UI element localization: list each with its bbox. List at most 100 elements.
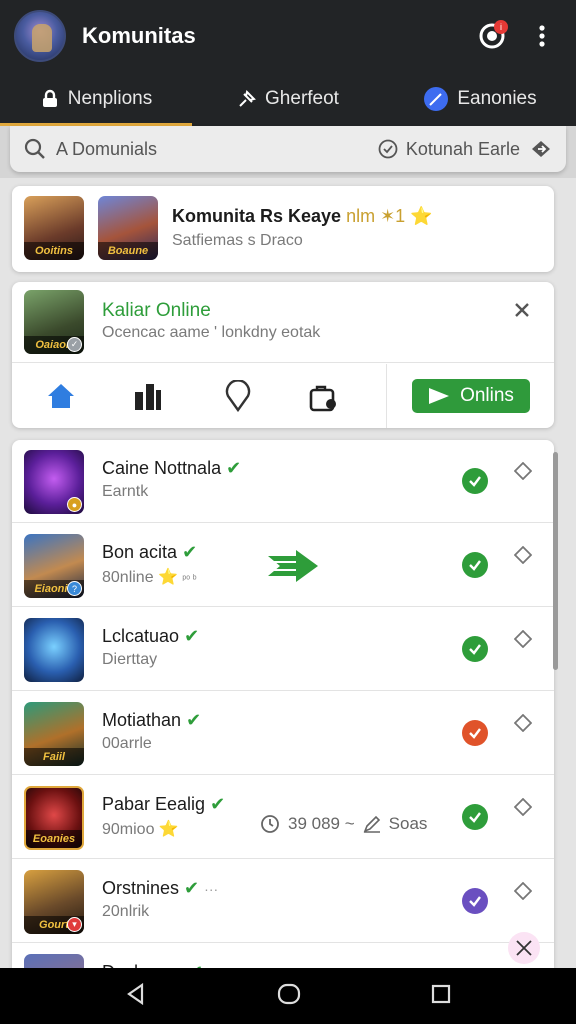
leaderboard-icon[interactable] [132,382,162,417]
item-title: Orstnines ✔ ··· [102,878,218,899]
tools-fab-icon[interactable] [508,932,540,964]
verified-icon: ✔ [184,878,200,898]
status-check-icon [462,804,488,830]
edit-text: Soas [388,814,428,833]
back-icon[interactable] [125,982,147,1010]
item-name: Lclcatuao [102,626,180,646]
tab-eanonies[interactable]: Eanonies [384,72,576,126]
play-icon [429,388,450,404]
pin-icon[interactable] [513,545,533,569]
online-button[interactable]: Onlins [412,379,530,413]
item-subtitle: 90mioo ⭐ [102,821,179,838]
thumbnail-caption: Ooitins [24,242,84,260]
item-subtitle: 20nlrik [102,903,150,920]
more-options-icon[interactable] [522,16,562,56]
close-icon[interactable] [512,300,532,325]
list-item[interactable]: Lclcatuao ✔ Dierttay [12,608,554,691]
live-game-card: Oaiaon ✓ Kaliar Online Ocencac aame ' lo… [12,282,554,428]
item-subtitle: 00arrle [102,735,152,752]
app-bar: Komunitas i [0,0,576,72]
notification-badge: i [494,20,508,34]
scrollbar[interactable] [553,452,558,670]
item-name: Bon acita [102,542,178,562]
game-thumbnail: Eoanies [24,786,84,850]
promo-title-main: Komunita Rs Keaye [172,206,347,226]
community-promo-card[interactable]: Ooitins Boaune Komunita Rs Keaye nlm ✶1 … [12,186,554,272]
badge-icon: ✓ [67,337,82,352]
item-title: Caine Nottnala ✔ [102,458,241,479]
game-list: ● Caine Nottnala ✔ Earntk Eiaonie ? Bon … [12,440,554,970]
status-check-icon [462,552,488,578]
game-thumbnail: Ooitins [24,196,84,260]
verified-icon: ✔ [184,626,200,646]
filter-label[interactable]: Kotunah Earle [406,139,520,160]
item-title: Pabar Eealig ✔ [102,794,225,815]
thumbnail-caption: Boaune [98,242,158,260]
status-check-icon [462,636,488,662]
home-nav-icon[interactable] [277,982,301,1011]
item-subtitle: Earntk [102,483,149,500]
timer-info: 39 089 ~ Soas [260,814,427,834]
tab-label: Nenplions [67,88,153,109]
game-thumbnail: Boaune [98,196,158,260]
timer-text: 39 089 ~ [288,814,355,833]
verified-icon: ✔ [182,542,198,562]
promo-title: Komunita Rs Keaye nlm ✶1 ⭐ [172,206,433,227]
list-item[interactable]: Eoanies Pabar Eealig ✔ 90mioo ⭐ 39 089 ~… [12,776,554,859]
pin-icon[interactable] [513,881,533,905]
status-check-icon [462,888,488,914]
divider [12,362,554,363]
live-subtitle: Ocencac aame ' lonkdny eotak [102,324,321,341]
send-arrow-icon [266,550,320,589]
share-icon[interactable] [530,138,552,160]
item-name: Caine Nottnala [102,458,222,478]
camera-icon[interactable]: i [472,16,512,56]
pin-icon[interactable] [513,797,533,821]
thumbnail-caption: Eoanies [26,830,82,848]
list-item[interactable]: Gourt ▾ Orstnines ✔ ··· 20nlrik [12,860,554,943]
check-circle-icon [378,139,398,159]
game-thumbnail: Eiaonie ? [24,534,84,598]
list-item[interactable]: Dochenes ✔ [12,932,554,970]
search-input[interactable]: A Domunials Kotunah Earle [10,126,566,172]
online-button-label: Onlins [460,385,514,406]
pin-icon[interactable] [513,629,533,653]
pin-icon[interactable] [513,461,533,485]
game-thumbnail: ● [24,450,84,514]
tab-gherfeot[interactable]: Gherfeot [192,72,384,126]
game-thumbnail [24,618,84,682]
recents-icon[interactable] [431,984,451,1009]
search-icon [24,138,45,159]
search-strip: A Domunials Kotunah Earle [0,126,576,178]
pin-icon[interactable] [513,713,533,737]
badge-icon: ▾ [67,917,82,932]
item-extra: ··· [204,881,219,897]
promo-subtitle: Satfiemas s Draco [172,232,303,249]
item-title: Lclcatuao ✔ [102,626,199,647]
item-name: Pabar Eealig [102,794,206,814]
game-thumbnail: Oaiaon ✓ [24,290,84,354]
location-icon[interactable] [224,379,252,417]
edit-icon [363,815,380,833]
verified-icon: ✔ [186,710,202,730]
tab-nenplions[interactable]: Nenplions [0,72,192,126]
promo-title-extra: nlm ✶1 ⭐ [346,206,433,226]
tab-label: Gherfeot [265,88,339,109]
list-item[interactable]: Faiil Motiathan ✔ 00arrle [12,692,554,775]
lock-icon [42,89,57,107]
tab-bar: Nenplions Gherfeot Eanonies [0,72,576,126]
item-name: Orstnines [102,878,180,898]
pin-icon [239,90,256,107]
avatar[interactable] [14,10,66,62]
item-subtitle: Dierttay [102,651,158,668]
verified-icon: ✔ [210,794,226,814]
list-item[interactable]: Eiaonie ? Bon acita ✔ 80nline ⭐ ᵖᵒ ᵇ [12,524,554,607]
clock-icon [261,815,279,833]
item-title: Motiathan ✔ [102,710,201,731]
game-thumbnail: Faiil [24,702,84,766]
search-placeholder: A Domunials [56,138,158,159]
bag-icon[interactable] [308,382,338,417]
list-item[interactable]: ● Caine Nottnala ✔ Earntk [12,440,554,523]
home-icon[interactable] [46,382,76,415]
item-title: Bon acita ✔ [102,542,197,563]
